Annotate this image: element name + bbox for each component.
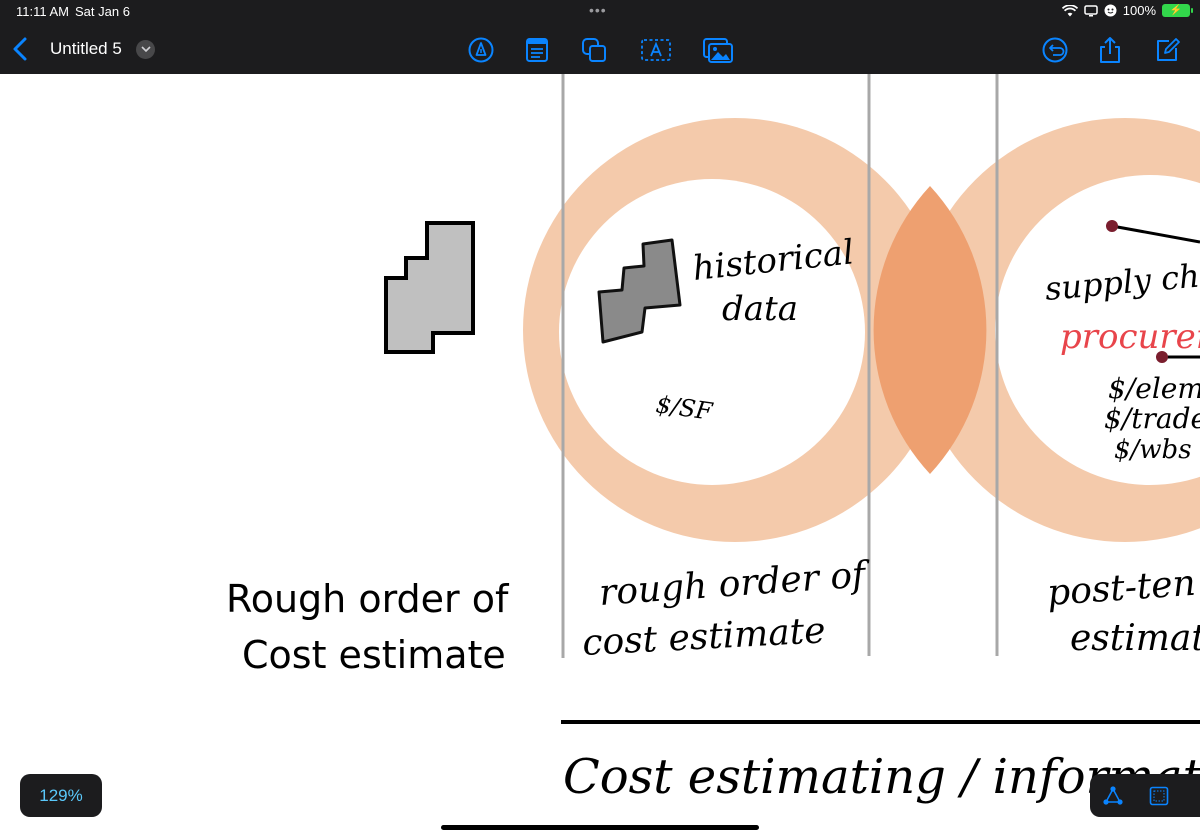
document-title[interactable]: Untitled 5 <box>50 39 122 59</box>
grid-toggle-icon[interactable] <box>1136 774 1182 817</box>
connector-dot <box>1106 220 1118 232</box>
typed-label-line2: Cost estimate <box>242 633 506 677</box>
note-trade: $/trade <box>1104 402 1200 435</box>
home-indicator[interactable] <box>441 825 759 830</box>
drawing-canvas[interactable]: Rough order of Cost estimate historical … <box>0 74 1200 838</box>
status-date: Sat Jan 6 <box>75 4 130 19</box>
shapes-icon[interactable] <box>580 36 608 64</box>
label-estimate: estimat <box>1070 618 1200 659</box>
label-rough-order: rough order of <box>598 554 872 614</box>
back-chevron-icon[interactable] <box>8 34 34 64</box>
battery-charging-icon: ⚡ <box>1162 4 1193 17</box>
typed-label-line1: Rough order of <box>226 577 510 621</box>
chevron-down-icon[interactable] <box>136 40 155 59</box>
note-icon[interactable] <box>523 36 551 64</box>
zoom-level-button[interactable]: 129% <box>20 774 102 817</box>
label-cost-estimate: cost estimate <box>581 610 826 664</box>
status-indicators: 100% ⚡ <box>1061 3 1193 18</box>
wifi-icon <box>1061 4 1078 16</box>
top-toolbar: 11:11 AM Sat Jan 6 ••• 100% ⚡ Untitled 5 <box>0 0 1200 74</box>
text-box-icon[interactable] <box>640 36 672 64</box>
lasso-nodes-icon[interactable] <box>1090 774 1136 817</box>
image-icon[interactable] <box>702 36 734 64</box>
note-procurement: procureme <box>1060 317 1200 357</box>
multitasking-dots-icon[interactable]: ••• <box>589 2 607 18</box>
pen-tool-icon[interactable] <box>467 36 495 64</box>
note-data: data <box>722 289 798 329</box>
note-elem: $/elem <box>1108 372 1200 405</box>
undo-icon[interactable] <box>1041 36 1069 64</box>
label-post-tender: post-ten <box>1046 563 1197 614</box>
share-icon[interactable] <box>1096 36 1124 64</box>
canvas-controls <box>1090 774 1200 817</box>
note-wbs: $/wbs <box>1114 435 1192 465</box>
edit-icon[interactable] <box>1153 36 1181 64</box>
screen-mirror-icon <box>1084 4 1098 16</box>
building-shape <box>384 221 475 354</box>
status-time: 11:11 AM <box>16 4 69 19</box>
battery-percent: 100% <box>1122 3 1156 18</box>
focus-mode-icon <box>1104 4 1117 17</box>
